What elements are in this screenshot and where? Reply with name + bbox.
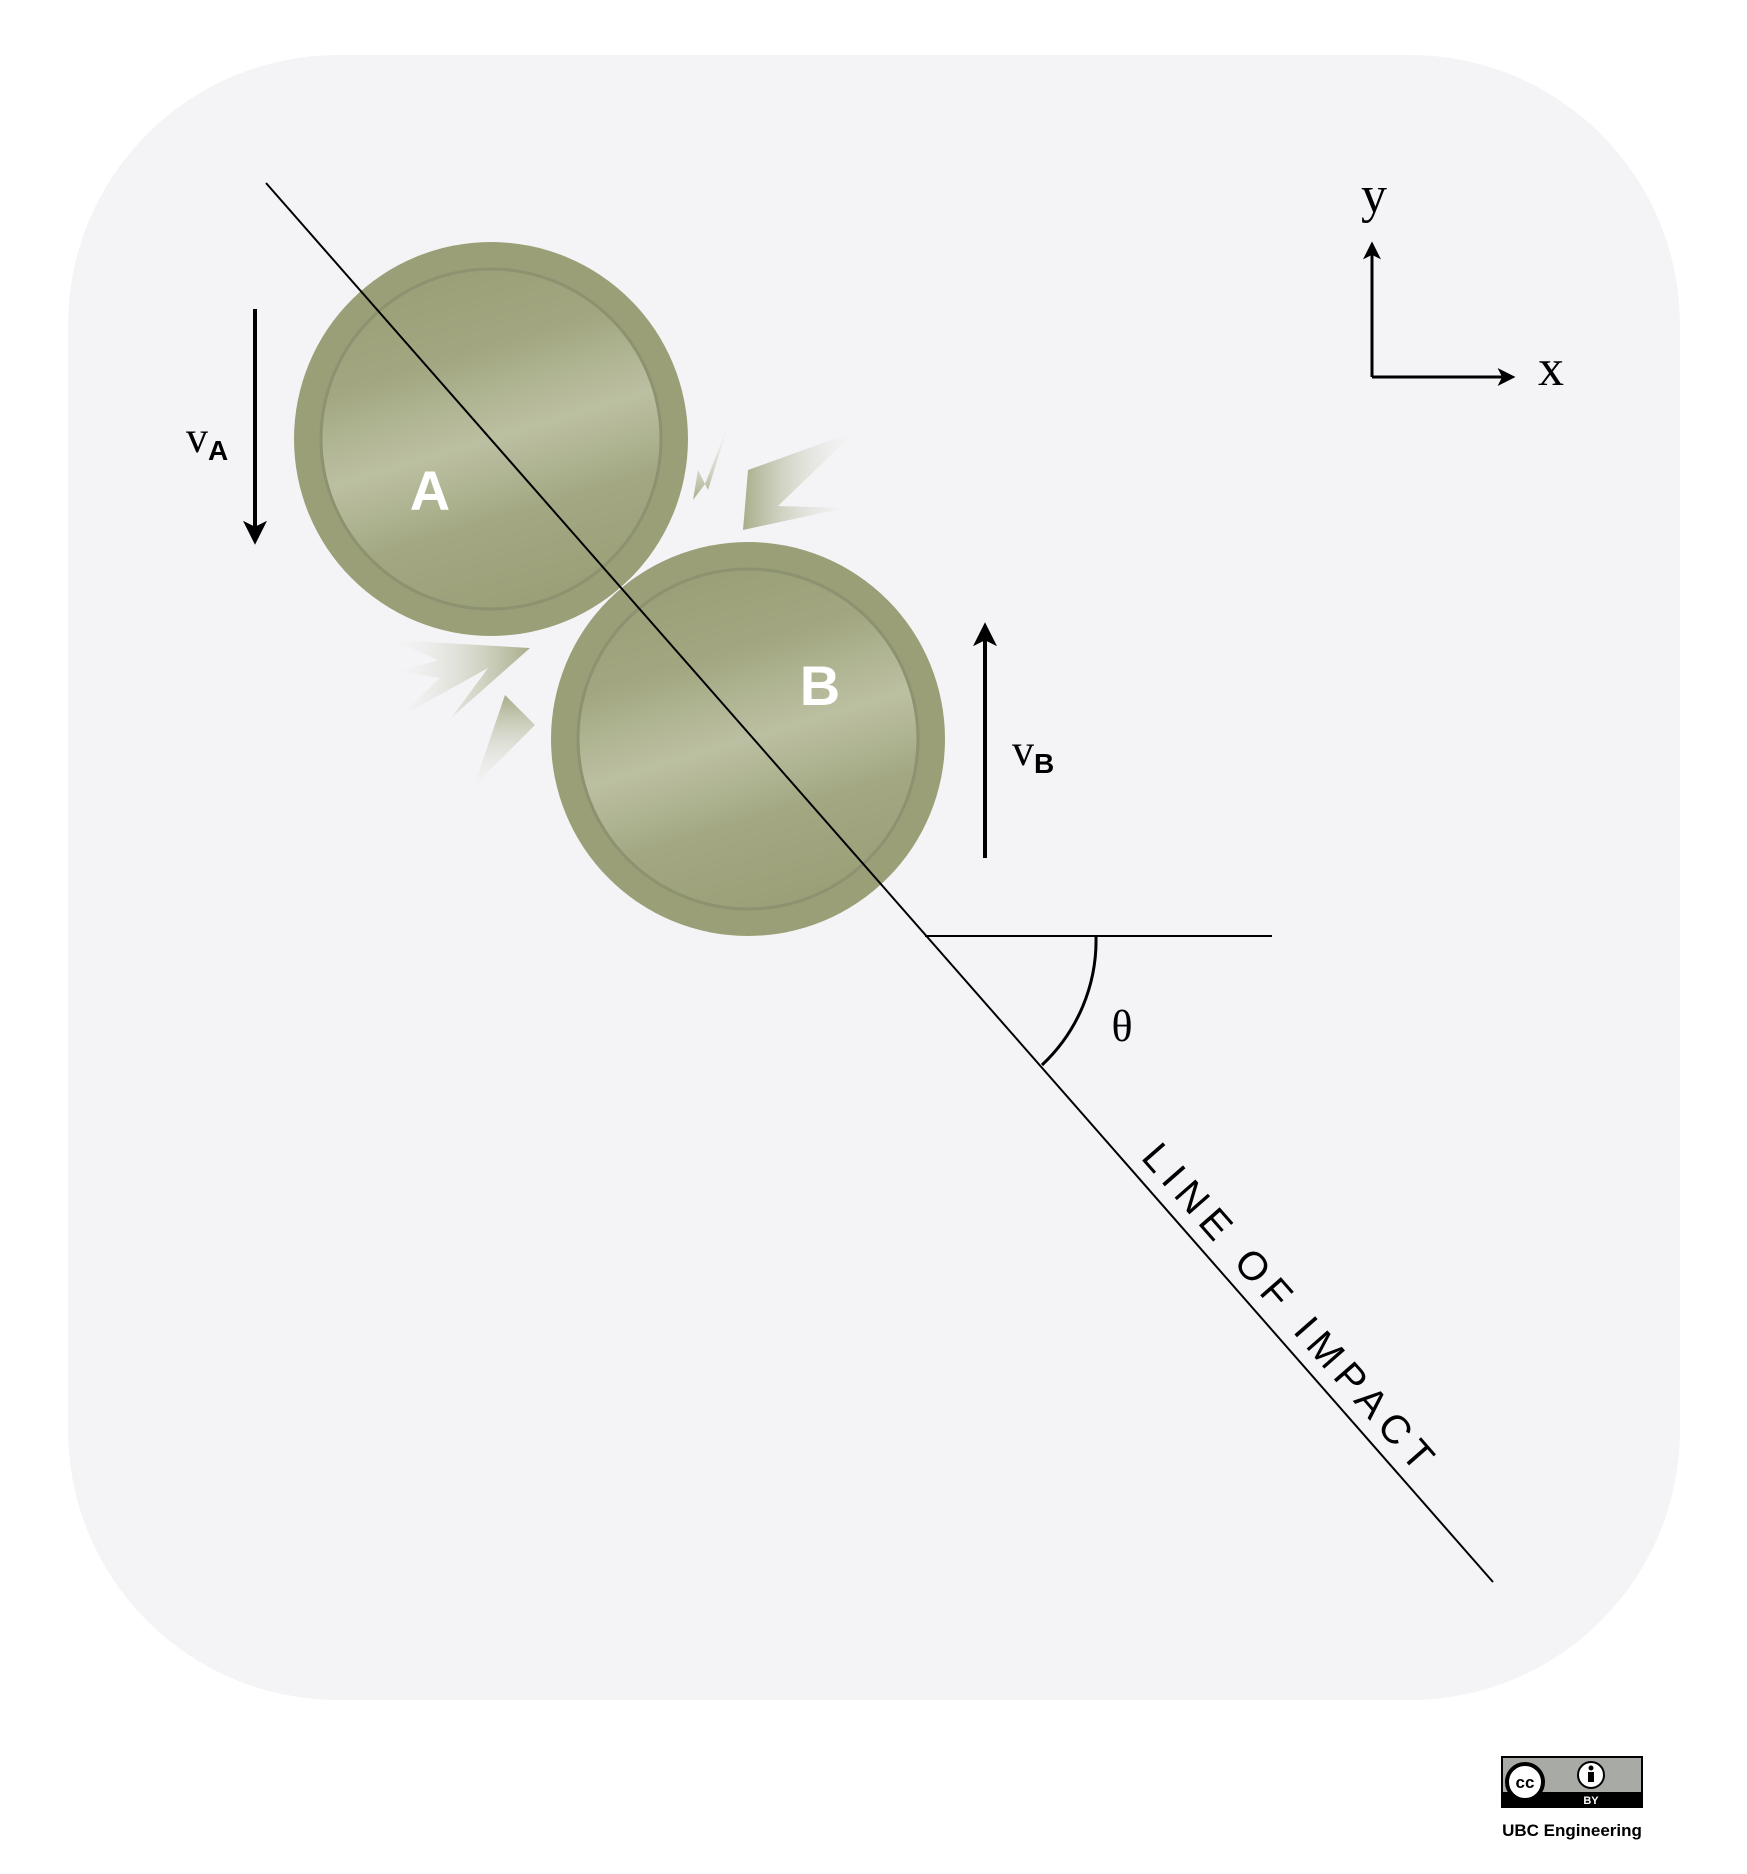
velocity-b-subscript: B	[1034, 748, 1054, 779]
credit-text: UBC Engineering	[1502, 1821, 1642, 1840]
y-axis-label: y	[1361, 167, 1387, 224]
ball-a-label: A	[410, 459, 450, 522]
velocity-a-subscript: A	[208, 435, 228, 466]
velocity-b-symbol: v	[1012, 726, 1034, 775]
by-label: BY	[1583, 1795, 1599, 1807]
collision-diagram: A B θ LINE OF IMPACT vA vB y x cc BY UBC…	[68, 55, 1680, 1840]
cc-icon-text: cc	[1516, 1773, 1535, 1792]
x-axis-label: x	[1538, 340, 1564, 397]
ball-b: B	[551, 542, 945, 936]
velocity-a-symbol: v	[186, 413, 208, 462]
ball-b-label: B	[800, 654, 840, 717]
angle-label: θ	[1111, 1002, 1132, 1051]
cc-by-license-badge: cc BY	[1501, 1756, 1643, 1808]
